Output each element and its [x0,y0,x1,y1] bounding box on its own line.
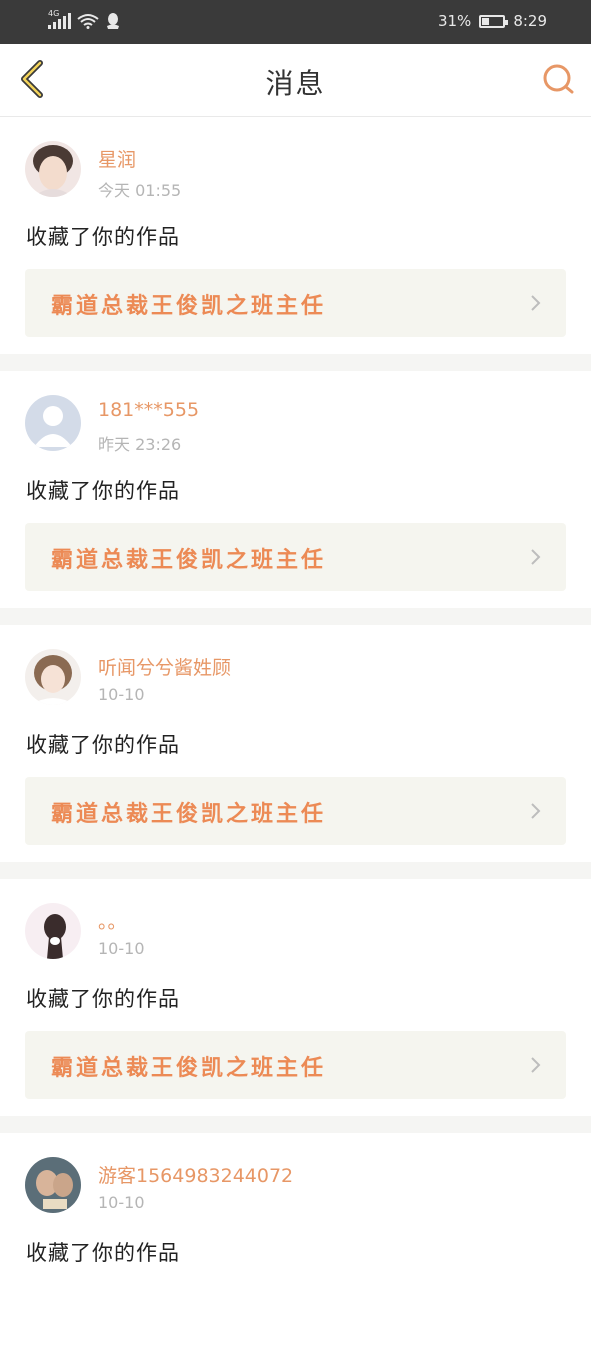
divider [0,354,591,371]
search-button[interactable] [541,62,577,98]
avatar[interactable] [25,395,81,451]
work-title: 霸道总裁王俊凯之班主任 [51,294,327,319]
cell-signal-icon: 4G [48,9,71,29]
divider [0,608,591,625]
username[interactable]: 。。 [98,907,127,934]
avatar[interactable] [25,649,81,705]
work-link[interactable]: 霸道总裁王俊凯之班主任 [25,1031,566,1099]
status-right: 31% 8:29 [438,12,547,30]
username[interactable]: 星润 [98,145,136,172]
qq-icon [107,13,119,29]
chevron-right-icon [531,1057,541,1073]
battery-icon [479,14,509,28]
username[interactable]: 181***555 [98,399,199,421]
page-title: 消息 [265,67,326,100]
username[interactable]: 听闻兮兮酱姓顾 [98,653,231,680]
notification-item: 181***555 昨天 23:26 收藏了你的作品 霸道总裁王俊凯之班主任 [0,371,591,608]
timestamp: 10-10 [98,1193,145,1212]
status-left: 4G [48,9,121,30]
action-text: 收藏了你的作品 [26,1241,180,1265]
timestamp: 今天 01:55 [98,181,182,200]
battery-percent: 31% [437,12,472,30]
avatar[interactable] [25,1157,81,1213]
notification-item: 听闻兮兮酱姓顾 10-10 收藏了你的作品 霸道总裁王俊凯之班主任 [0,625,591,862]
work-title: 霸道总裁王俊凯之班主任 [51,802,327,827]
notification-item: 。。 10-10 收藏了你的作品 霸道总裁王俊凯之班主任 [0,879,591,1116]
chevron-right-icon [531,295,541,311]
notification-list: 星润 今天 01:55 收藏了你的作品 霸道总裁王俊凯之班主任 181***55… [0,117,591,1370]
work-link[interactable]: 霸道总裁王俊凯之班主任 [25,523,566,591]
divider [0,1116,591,1133]
status-bar: 4G 31% 8:29 [0,0,591,44]
chevron-right-icon [531,803,541,819]
action-text: 收藏了你的作品 [26,987,180,1011]
username[interactable]: 游客1564983244072 [98,1161,293,1188]
network-type: 4G [48,9,60,18]
action-text: 收藏了你的作品 [26,733,180,757]
chevron-right-icon [531,549,541,565]
notification-item: 星润 今天 01:55 收藏了你的作品 霸道总裁王俊凯之班主任 [0,117,591,354]
nav-bar: 消息 [0,44,591,117]
work-link[interactable]: 霸道总裁王俊凯之班主任 [25,777,566,845]
avatar[interactable] [25,141,81,197]
notification-item: 游客1564983244072 10-10 收藏了你的作品 [0,1133,591,1370]
clock: 8:29 [513,12,547,30]
work-title: 霸道总裁王俊凯之班主任 [51,1056,327,1081]
wifi-icon [77,14,99,29]
avatar[interactable] [25,903,81,959]
divider [0,862,591,879]
action-text: 收藏了你的作品 [26,225,180,249]
timestamp: 昨天 23:26 [98,435,182,454]
timestamp: 10-10 [98,939,145,958]
work-link[interactable]: 霸道总裁王俊凯之班主任 [25,269,566,337]
timestamp: 10-10 [98,685,145,704]
action-text: 收藏了你的作品 [26,479,180,503]
work-title: 霸道总裁王俊凯之班主任 [51,548,327,573]
search-icon [543,64,574,94]
